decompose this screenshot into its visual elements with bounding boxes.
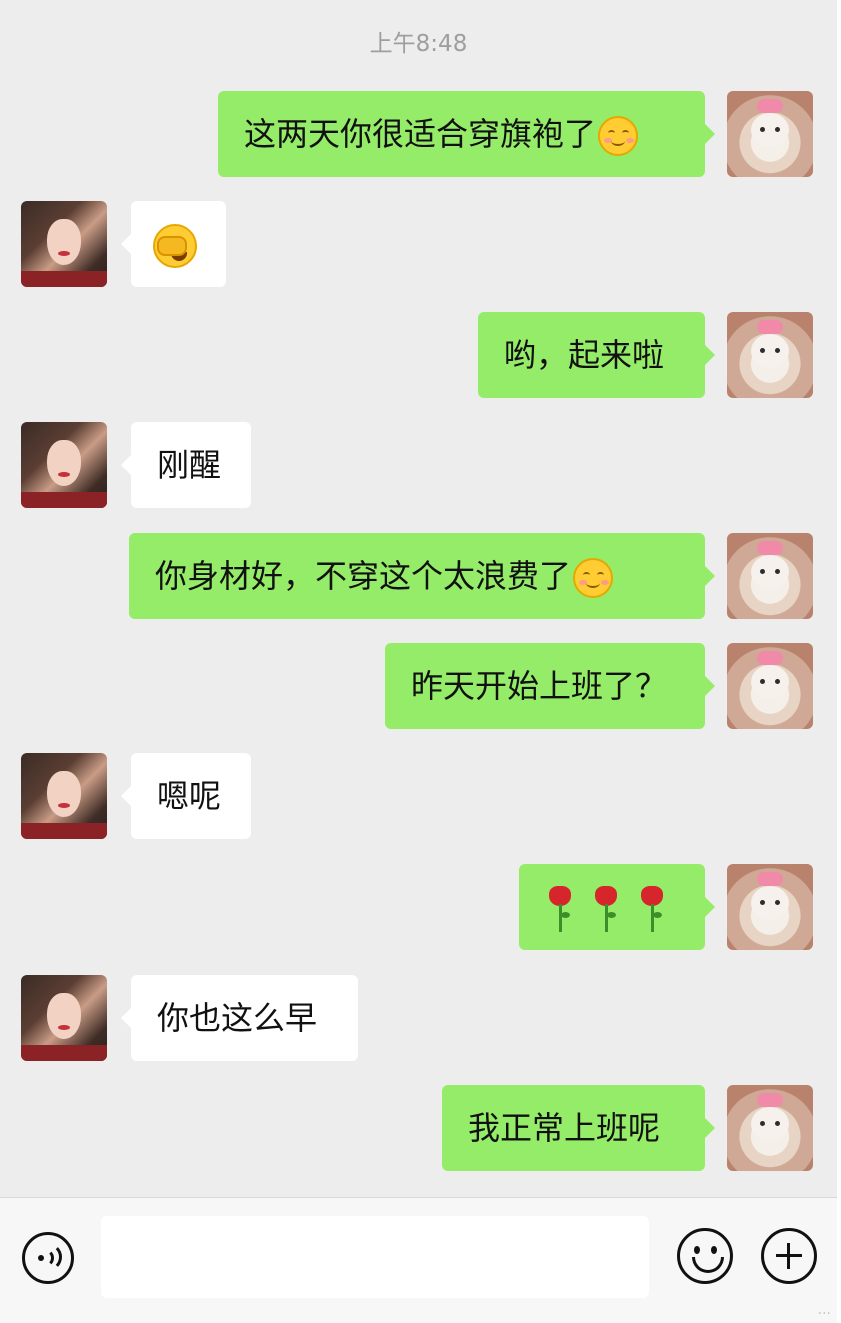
rose-icon [593,886,619,932]
message-text: 刚醒 [157,446,222,484]
message-text: 你也这么早 [157,999,318,1037]
voice-icon[interactable] [22,1232,74,1284]
watermark: ... [817,1302,831,1318]
contact-avatar[interactable] [21,201,107,287]
self-avatar[interactable] [727,91,813,177]
plus-icon[interactable] [761,1228,817,1284]
received-message-bubble[interactable]: 嗯呢 [121,753,251,839]
sent-message-bubble[interactable]: 我正常上班呢 [442,1085,715,1171]
sent-message-bubble[interactable] [519,864,715,950]
self-avatar[interactable] [727,643,813,729]
smiling-face-icon [573,558,614,598]
message-input[interactable] [101,1216,649,1298]
sent-message-bubble[interactable]: 你身材好，不穿这个太浪费了 [129,533,715,619]
sent-message-bubble[interactable]: 哟，起来啦 [478,312,715,398]
self-avatar[interactable] [727,312,813,398]
rose-icon [547,886,573,932]
rose-icon [639,886,665,932]
chat-screen: 上午8:48 这两天你很适合穿旗袍了 哟，起来啦 刚醒 你身材好，不穿这个太浪费… [0,0,837,1323]
self-avatar[interactable] [727,1085,813,1171]
smiling-face-icon [598,116,639,156]
received-message-bubble[interactable] [121,201,226,287]
contact-avatar[interactable] [21,753,107,839]
self-avatar[interactable] [727,864,813,950]
message-timestamp: 上午8:48 [369,31,468,57]
message-text: 你身材好，不穿这个太浪费了 [155,557,572,595]
message-text: 哟，起来啦 [504,336,665,374]
sent-message-bubble[interactable]: 昨天开始上班了？ [385,643,715,729]
screen-edge [837,0,841,1323]
contact-avatar[interactable] [21,422,107,508]
message-text: 嗯呢 [157,777,222,815]
received-message-bubble[interactable]: 刚醒 [121,422,251,508]
contact-avatar[interactable] [21,975,107,1061]
message-text: 我正常上班呢 [468,1109,661,1147]
message-text: 这两天你很适合穿旗袍了 [244,115,597,153]
message-text: 昨天开始上班了？ [411,667,668,705]
sent-message-bubble[interactable]: 这两天你很适合穿旗袍了 [218,91,715,177]
received-message-bubble[interactable]: 你也这么早 [121,975,358,1061]
emoji-icon[interactable] [677,1228,733,1284]
self-avatar[interactable] [727,533,813,619]
message-input-bar: ... [0,1197,837,1323]
facepalm-laughing-icon [153,224,197,268]
